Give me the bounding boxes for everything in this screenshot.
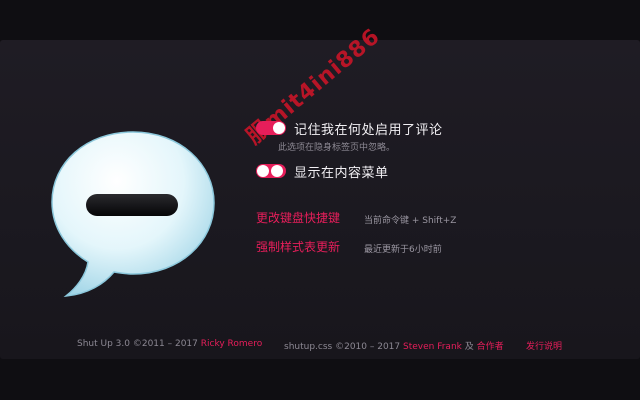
app-credit-text: Shut Up 3.0 ©2011 – 2017 — [77, 339, 198, 349]
shortcut-row: 更改键盘快捷键 — [256, 207, 340, 227]
and-text: 及 — [464, 342, 474, 352]
toggle-knob — [271, 165, 283, 177]
remember-toggle[interactable] — [256, 121, 286, 135]
stylesheet-row: 强制样式表更新 — [256, 236, 340, 256]
toggle-knob — [257, 165, 269, 177]
footer-css-credit: shutup.css ©2010 – 2017 Steven Frank 及 合… — [284, 339, 504, 353]
context-menu-label: 显示在内容菜单 — [294, 165, 389, 181]
setting-remember-row: 记住我在何处启用了评论 — [256, 118, 443, 138]
context-menu-toggle[interactable] — [256, 164, 286, 178]
change-shortcut-link[interactable]: 更改键盘快捷键 — [256, 209, 340, 226]
footer-app-credit: Shut Up 3.0 ©2011 – 2017 Ricky Romero — [77, 339, 262, 353]
remember-label: 记住我在何处启用了评论 — [294, 122, 443, 138]
main-panel: 服mit4ini886 — [0, 24, 640, 359]
app-author-link[interactable]: Ricky Romero — [201, 339, 262, 349]
remember-hint: 此选项在隐身标签页中忽略。 — [278, 143, 396, 153]
speech-bubble-minus-icon — [51, 131, 215, 297]
shortcut-info: 当前命令键 + Shift+Z — [364, 216, 457, 226]
toggle-knob — [273, 122, 285, 134]
force-stylesheet-update-link[interactable]: 强制样式表更新 — [256, 238, 340, 255]
css-author-link[interactable]: Steven Frank — [403, 342, 462, 352]
release-notes-link[interactable]: 发行说明 — [526, 342, 562, 352]
stylesheet-info: 最近更新于6小时前 — [364, 245, 442, 255]
css-credit-text: shutup.css ©2010 – 2017 — [284, 342, 401, 352]
footer-release-notes: 发行说明 — [526, 339, 562, 353]
setting-context-menu-row: 显示在内容菜单 — [256, 161, 389, 181]
contributors-link[interactable]: 合作者 — [477, 342, 504, 352]
